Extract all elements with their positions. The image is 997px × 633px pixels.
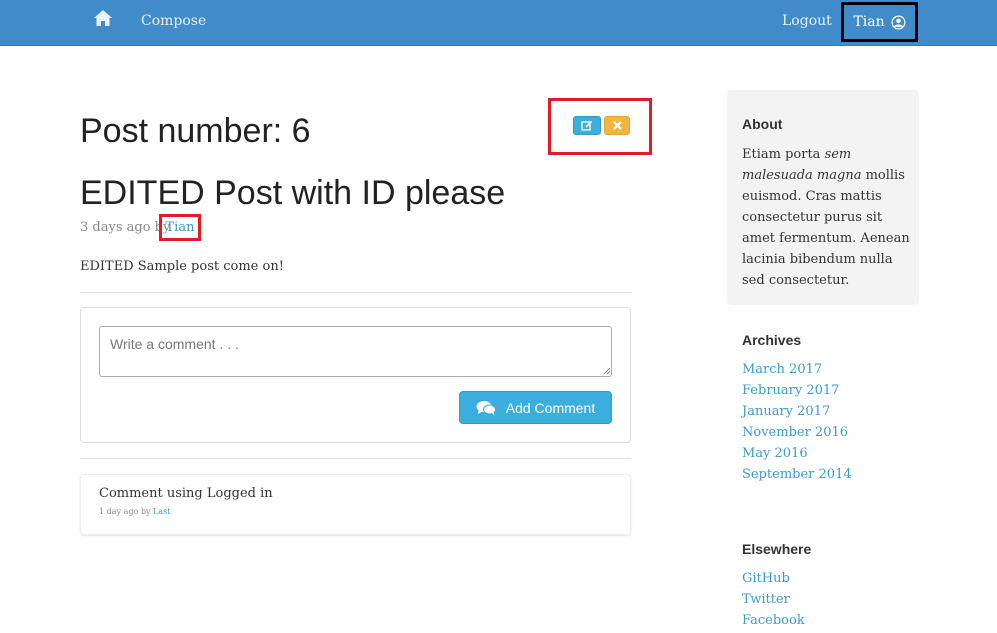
comment-meta-prefix: 1 day ago by — [99, 507, 151, 516]
elsewhere-link[interactable]: Facebook — [742, 610, 805, 631]
nav-user-menu[interactable]: Tian — [841, 2, 918, 42]
elsewhere-link[interactable]: Twitter — [742, 589, 805, 610]
nav-user-name: Tian — [853, 14, 885, 30]
divider — [80, 458, 631, 459]
edit-icon — [581, 120, 593, 131]
nav-compose-link[interactable]: Compose — [141, 13, 206, 29]
archive-link[interactable]: September 2014 — [742, 464, 852, 485]
home-icon[interactable] — [93, 9, 113, 27]
archive-link[interactable]: February 2017 — [742, 380, 852, 401]
delete-post-button[interactable] — [604, 116, 630, 135]
comment-input[interactable] — [99, 326, 612, 377]
archive-link[interactable]: May 2016 — [742, 443, 852, 464]
post-body: EDITED Sample post come on! — [80, 259, 284, 274]
divider — [80, 292, 631, 293]
elsewhere-link[interactable]: GitHub — [742, 568, 805, 589]
times-icon — [612, 121, 622, 130]
add-comment-label: Add Comment — [505, 399, 596, 416]
comment-meta: 1 day ago by Last — [99, 507, 170, 516]
add-comment-button[interactable]: Add Comment — [459, 391, 612, 424]
about-text-part: Etiam porta — [742, 147, 825, 162]
user-circle-icon — [891, 15, 906, 29]
nav-logout-link[interactable]: Logout — [782, 13, 832, 29]
comment-card — [80, 474, 631, 535]
comment-author-link[interactable]: Last — [153, 507, 170, 516]
about-text: Etiam porta sem malesuada magna mollis e… — [742, 144, 912, 291]
archives-heading: Archives — [742, 332, 802, 348]
archive-link[interactable]: March 2017 — [742, 359, 852, 380]
comments-icon — [476, 400, 496, 415]
archive-link[interactable]: January 2017 — [742, 401, 852, 422]
post-meta: 3 days ago by — [80, 220, 171, 235]
about-text-part: mollis euismod. Cras mattis consectetur … — [742, 168, 910, 288]
archives-list: March 2017 February 2017 January 2017 No… — [742, 359, 852, 485]
about-heading: About — [742, 116, 783, 132]
comment-text: Comment using Logged in — [99, 486, 273, 501]
post-author-link[interactable]: Tian — [159, 214, 201, 241]
navbar: Compose Logout Tian — [0, 0, 997, 46]
elsewhere-list: GitHub Twitter Facebook — [742, 568, 805, 631]
elsewhere-heading: Elsewhere — [742, 541, 812, 557]
edit-post-button[interactable] — [573, 116, 601, 135]
post-number-heading: Post number: 6 — [80, 112, 311, 150]
resize-grip-icon[interactable] — [603, 367, 611, 375]
archive-link[interactable]: November 2016 — [742, 422, 852, 443]
post-title: EDITED Post with ID please — [80, 174, 506, 212]
